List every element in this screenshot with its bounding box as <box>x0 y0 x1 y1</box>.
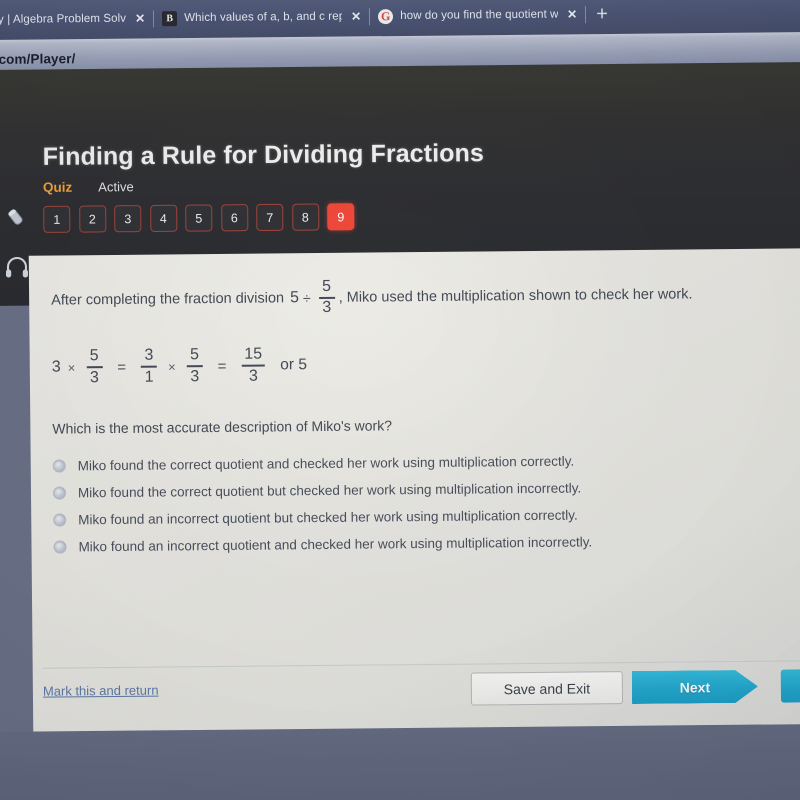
answer-option-label: Miko found the correct quotient and chec… <box>77 453 575 474</box>
question-intro-after: , Miko used the multiplication shown to … <box>338 286 693 306</box>
math-fraction-4: 15 3 <box>241 345 266 385</box>
question-pill-5[interactable]: 5 <box>185 204 213 232</box>
next-button-offscreen[interactable] <box>780 669 800 703</box>
screen-photo: y | Algebra Problem Solv ✕ B Which value… <box>0 0 800 800</box>
question-pill-6[interactable]: 6 <box>220 204 248 232</box>
tab-title: y | Algebra Problem Solv <box>0 12 127 26</box>
question-pager: 1 2 3 4 5 6 7 8 9 <box>43 202 484 233</box>
page-background-bottom <box>0 723 800 800</box>
radio-button-icon[interactable] <box>53 540 67 554</box>
fraction-denominator: 3 <box>322 299 332 317</box>
quiz-label: Quiz <box>42 179 73 195</box>
math-equals-1: = <box>117 358 127 376</box>
fraction-numerator: 5 <box>89 347 99 365</box>
browser-tab-2[interactable]: B Which values of a, b, and c repres ✕ <box>154 0 369 35</box>
fraction-denominator: 3 <box>89 368 99 386</box>
math-whole-number: 3 <box>51 358 61 376</box>
fraction-numerator: 5 <box>190 346 200 364</box>
google-favicon-icon: G <box>378 8 394 24</box>
save-and-exit-button[interactable]: Save and Exit <box>470 671 624 706</box>
radio-button-icon[interactable] <box>52 459 66 473</box>
fraction-numerator: 15 <box>244 345 263 363</box>
browser-tab-1[interactable]: y | Algebra Problem Solv ✕ <box>0 1 153 37</box>
answer-option-label: Miko found an incorrect quotient and che… <box>78 534 593 555</box>
division-fraction: 5 3 <box>318 277 335 317</box>
question-intro-before: After completing the fraction division <box>51 290 285 309</box>
question-pill-8[interactable]: 8 <box>291 203 319 231</box>
tab-title: how do you find the quotient wit <box>400 8 559 23</box>
left-rail <box>0 195 34 291</box>
new-tab-button[interactable]: + <box>586 3 618 25</box>
headphones-icon[interactable] <box>0 243 34 291</box>
math-equals-2: = <box>217 357 227 375</box>
answer-option-label: Miko found an incorrect quotient but che… <box>78 507 578 528</box>
fraction-bar <box>141 366 158 368</box>
question-pill-9[interactable]: 9 <box>327 203 355 231</box>
radio-button-icon[interactable] <box>53 513 67 527</box>
answer-options: Miko found the correct quotient and chec… <box>52 446 800 561</box>
question-intro: After completing the fraction division 5… <box>51 274 800 320</box>
math-fraction-1: 5 3 <box>86 347 103 386</box>
math-fraction-2: 3 1 <box>141 346 158 386</box>
fraction-denominator: 1 <box>144 368 154 386</box>
mark-this-and-return-link[interactable]: Mark this and return <box>43 683 159 699</box>
fraction-bar <box>241 365 266 367</box>
question-prompt: Which is the most accurate description o… <box>52 417 393 437</box>
question-card: After completing the fraction division 5… <box>28 248 800 734</box>
math-times-1: × <box>67 360 76 376</box>
quiz-status-row: Quiz Active <box>43 176 484 195</box>
page-title: Finding a Rule for Dividing Fractions <box>42 139 485 171</box>
footer-divider <box>42 660 800 669</box>
fraction-numerator: 5 <box>322 277 332 295</box>
fraction-denominator: 3 <box>248 367 258 385</box>
tab-title: Which values of a, b, and c repres <box>184 10 343 25</box>
math-expression: 3 × 5 3 = 3 1 × 5 3 = 15 3 or 5 <box>52 341 800 387</box>
radio-button-icon[interactable] <box>52 486 67 500</box>
fraction-bar <box>186 365 203 368</box>
math-times-2: × <box>167 359 176 375</box>
math-fraction-3: 5 3 <box>186 346 203 385</box>
math-or-result: or 5 <box>280 356 308 374</box>
close-icon[interactable]: ✕ <box>349 9 363 23</box>
question-pill-3[interactable]: 3 <box>114 205 142 233</box>
question-pill-4[interactable]: 4 <box>149 204 177 232</box>
close-icon[interactable]: ✕ <box>565 7 579 21</box>
next-button[interactable]: Next <box>632 670 758 704</box>
division-operator: ÷ <box>302 290 311 307</box>
fraction-bar <box>86 366 103 369</box>
question-pill-7[interactable]: 7 <box>256 203 284 232</box>
fraction-numerator: 3 <box>144 346 154 364</box>
header-block: Finding a Rule for Dividing Fractions Qu… <box>43 139 485 233</box>
question-pill-1[interactable]: 1 <box>43 205 71 233</box>
pencil-icon[interactable] <box>0 195 34 243</box>
answer-option-label: Miko found the correct quotient but chec… <box>77 480 582 501</box>
browser-tab-3[interactable]: G how do you find the quotient wit ✕ <box>370 0 585 33</box>
fraction-denominator: 3 <box>190 367 200 385</box>
url-text[interactable]: y.com/Player/ <box>0 51 76 70</box>
close-icon[interactable]: ✕ <box>133 11 147 25</box>
question-pill-2[interactable]: 2 <box>78 205 106 233</box>
brainly-favicon-icon: B <box>162 10 178 26</box>
status-badge: Active <box>98 179 134 195</box>
division-dividend: 5 <box>289 289 300 307</box>
